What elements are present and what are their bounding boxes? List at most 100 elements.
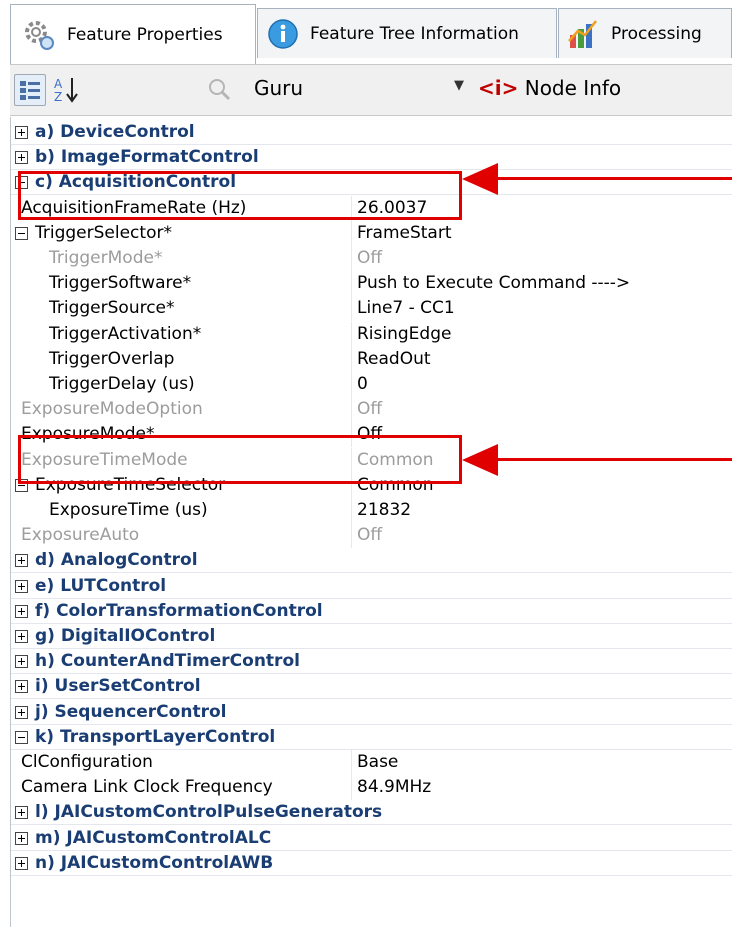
property-row[interactable]: ExposureTime (us) 21832: [11, 498, 732, 523]
category-row[interactable]: h) CounterAndTimerControl: [11, 649, 732, 675]
node-info: <i> Node Info: [478, 76, 621, 100]
category-label: a) DeviceControl: [35, 122, 195, 142]
category-row[interactable]: e) LUTControl: [11, 573, 732, 599]
property-row[interactable]: Camera Link Clock Frequency 84.9MHz: [11, 775, 732, 801]
column-divider: [351, 750, 352, 775]
arrow-line: [494, 177, 732, 180]
property-value[interactable]: ReadOut: [357, 347, 431, 372]
property-row[interactable]: TriggerSource* Line7 - CC1: [11, 296, 732, 322]
property-row[interactable]: TriggerSoftware* Push to Execute Command …: [11, 271, 732, 297]
collapse-icon[interactable]: [15, 226, 28, 240]
category-row[interactable]: j) SequencerControl: [11, 699, 732, 725]
category-label: f) ColorTransformationControl: [35, 600, 323, 621]
highlight-box-acquisition: [18, 171, 462, 220]
property-value[interactable]: Base: [357, 750, 398, 775]
property-value[interactable]: Line7 - CC1: [357, 296, 455, 321]
category-row[interactable]: a) DeviceControl: [11, 120, 732, 145]
column-divider: [351, 346, 352, 372]
node-info-label: Node Info: [524, 76, 622, 100]
property-row[interactable]: TriggerDelay (us) 0: [11, 372, 732, 397]
category-row[interactable]: n) JAICustomControlAWB: [11, 850, 732, 876]
tab-label: Processing: [611, 23, 702, 44]
category-row[interactable]: i) UserSetControl: [11, 674, 732, 700]
expand-icon[interactable]: [15, 655, 28, 669]
svg-text:Z: Z: [54, 90, 62, 104]
column-divider: [351, 246, 352, 271]
category-row[interactable]: m) JAICustomControlALC: [11, 825, 732, 851]
tab-feature-tree-information[interactable]: Feature Tree Information: [257, 8, 557, 58]
search-button[interactable]: [204, 74, 236, 106]
expand-icon[interactable]: [15, 806, 28, 820]
expand-icon[interactable]: [15, 554, 28, 568]
chevron-down-icon[interactable]: ▼: [454, 78, 464, 93]
expand-icon[interactable]: [15, 680, 28, 694]
expand-icon[interactable]: [15, 126, 28, 139]
property-value[interactable]: 21832: [357, 498, 411, 523]
chart-icon: [565, 16, 601, 52]
property-name: ExposureTime (us): [49, 500, 208, 520]
collapse-icon[interactable]: [15, 730, 28, 744]
category-label: d) AnalogControl: [35, 550, 198, 571]
expand-icon[interactable]: [15, 856, 28, 870]
category-row[interactable]: f) ColorTransformationControl: [11, 598, 732, 624]
arrow-line: [494, 458, 732, 461]
column-divider: [351, 271, 352, 297]
property-name: ClConfiguration: [21, 752, 153, 772]
gear-icon: [19, 15, 59, 55]
tab-label: Feature Properties: [67, 24, 223, 45]
sort-alphabetical-button[interactable]: A Z: [50, 74, 82, 106]
property-row[interactable]: ExposureModeOption Off: [11, 397, 732, 423]
property-grid: a) DeviceControl b) ImageFormatControl c) …: [10, 117, 732, 927]
property-row[interactable]: TriggerSelector* FrameStart: [11, 220, 732, 246]
toolbar: A Z Guru ▼ <i> Node Info: [10, 64, 732, 116]
property-value[interactable]: 0: [357, 372, 368, 397]
expand-icon[interactable]: [15, 705, 28, 719]
property-row[interactable]: TriggerActivation* RisingEdge: [11, 321, 732, 347]
category-label: j) SequencerControl: [35, 701, 227, 722]
highlight-box-exposure-mode: [18, 435, 462, 484]
column-divider: [351, 220, 352, 246]
visibility-value: Guru: [254, 76, 304, 100]
property-row[interactable]: ClConfiguration Base: [11, 750, 732, 775]
property-value[interactable]: FrameStart: [357, 221, 452, 246]
tab-feature-properties[interactable]: Feature Properties: [10, 4, 256, 64]
category-label: n) JAICustomControlAWB: [35, 852, 274, 873]
category-row[interactable]: b) ImageFormatControl: [11, 145, 732, 171]
column-divider: [351, 397, 352, 423]
category-row[interactable]: g) DigitalIOControl: [11, 624, 732, 649]
property-name: TriggerDelay (us): [49, 374, 195, 394]
node-info-icon: <i>: [478, 76, 519, 100]
expand-icon[interactable]: [15, 630, 28, 643]
property-value[interactable]: Off: [357, 246, 382, 271]
column-divider: [351, 523, 352, 549]
property-value[interactable]: Push to Execute Command ---->: [357, 271, 630, 296]
property-name: ExposureAuto: [21, 525, 140, 546]
property-value[interactable]: 84.9MHz: [357, 775, 431, 800]
category-label: i) UserSetControl: [35, 676, 201, 697]
column-divider: [351, 775, 352, 801]
property-value[interactable]: RisingEdge: [357, 322, 451, 347]
category-label: k) TransportLayerControl: [35, 726, 276, 747]
category-row[interactable]: d) AnalogControl: [11, 548, 732, 574]
category-label: m) JAICustomControlALC: [35, 827, 272, 848]
property-row[interactable]: ExposureAuto Off: [11, 523, 732, 549]
category-label: l) JAICustomControlPulseGenerators: [35, 802, 383, 823]
property-value[interactable]: Off: [357, 397, 382, 422]
tab-processing[interactable]: Processing: [558, 8, 732, 58]
expand-icon[interactable]: [15, 604, 28, 618]
property-name: TriggerOverlap: [49, 348, 175, 369]
categorized-view-button[interactable]: [14, 74, 46, 106]
arrow-left-icon: [462, 444, 498, 476]
expand-icon[interactable]: [15, 831, 28, 845]
column-divider: [351, 498, 352, 523]
category-label: b) ImageFormatControl: [35, 147, 259, 168]
property-row[interactable]: TriggerOverlap ReadOut: [11, 346, 732, 372]
property-row[interactable]: TriggerMode* Off: [11, 246, 732, 271]
category-row[interactable]: k) TransportLayerControl: [11, 724, 732, 750]
property-value[interactable]: Off: [357, 523, 382, 548]
expand-icon[interactable]: [15, 579, 28, 593]
info-icon: [266, 17, 300, 51]
expand-icon[interactable]: [15, 151, 28, 165]
sort-az-icon: A Z: [50, 77, 82, 110]
category-row[interactable]: l) JAICustomControlPulseGenerators: [11, 800, 732, 826]
